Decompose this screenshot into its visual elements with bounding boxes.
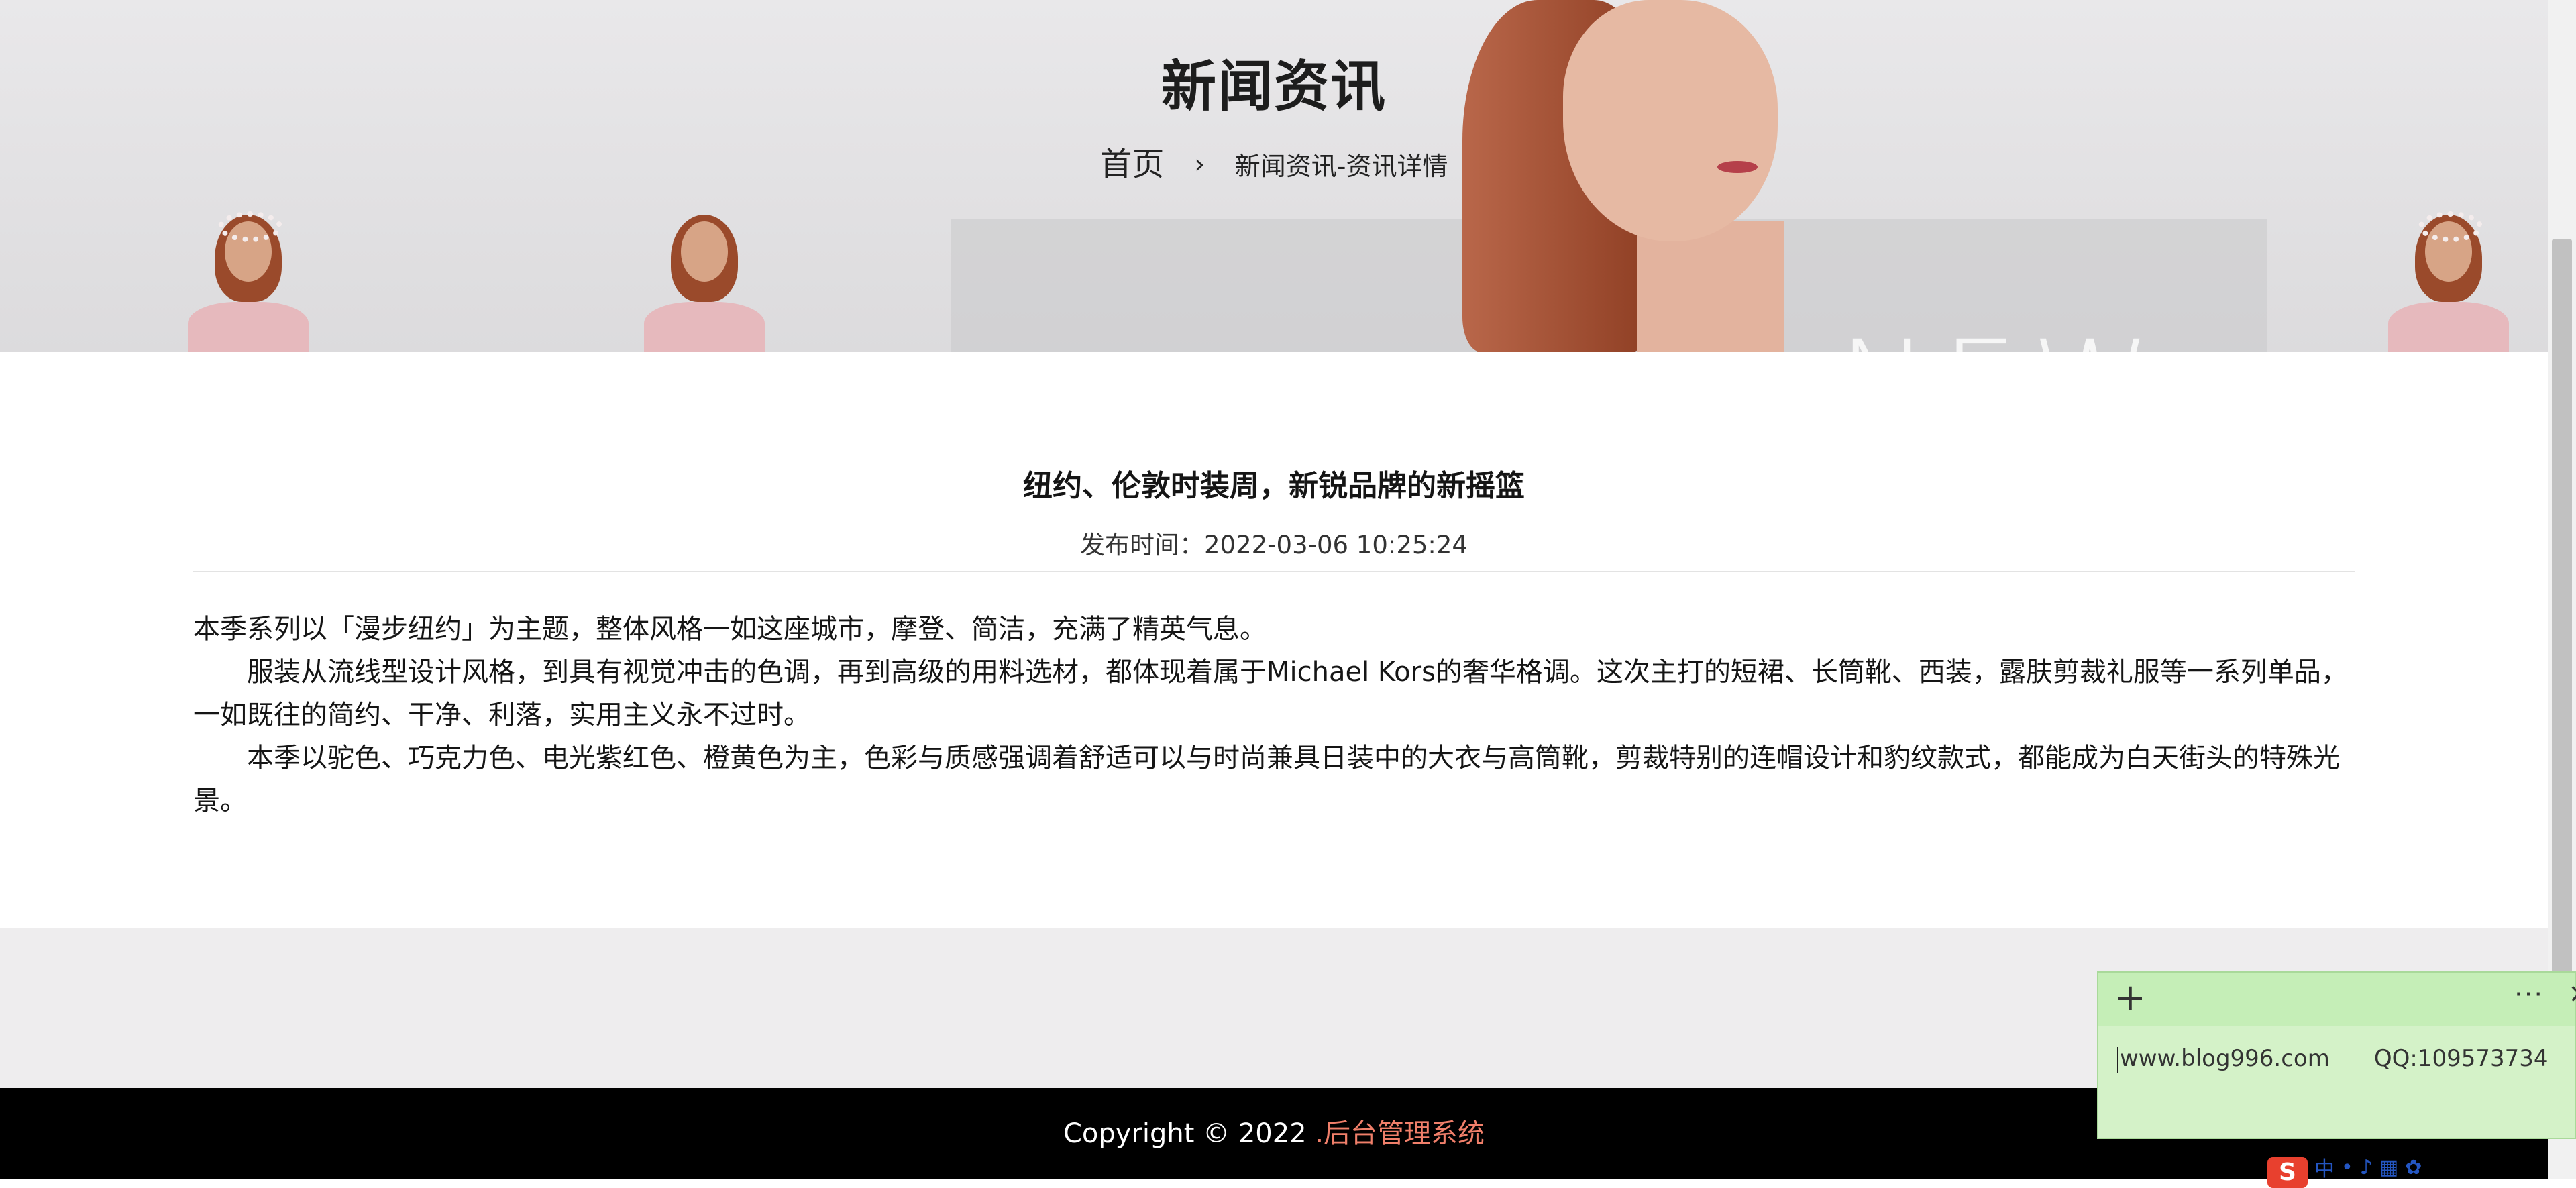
banner-watermark: NEW <box>1838 315 2164 352</box>
banner-model-figure <box>644 208 765 352</box>
sogou-ime-logo-icon[interactable]: S <box>2267 1157 2308 1188</box>
breadcrumb: 首页 › 新闻资讯-资讯详情 <box>0 138 2548 184</box>
sticky-note-content[interactable]: www.blog996.com QQ:109573734 <box>2117 1045 2548 1073</box>
text-caret <box>2117 1046 2118 1073</box>
breadcrumb-home-link[interactable]: 首页 <box>1100 146 1165 183</box>
close-icon[interactable]: × <box>2568 978 2576 1009</box>
footer-admin-link[interactable]: .后台管理系统 <box>1315 1118 1485 1149</box>
article-paragraph: 本季系列以「漫步纽约」为主题，整体风格一如这座城市，摩登、简洁，充满了精英气息。 <box>193 614 1267 645</box>
add-note-icon[interactable]: + <box>2114 978 2146 1018</box>
banner-model-figure <box>188 208 309 352</box>
scrollbar-thumb[interactable] <box>2552 239 2572 1017</box>
sticky-note-qq: QQ:109573734 <box>2373 1045 2548 1072</box>
ime-toolbar: S 中 • ♪ ▦ ✿ <box>2267 1152 2422 1188</box>
ime-punctuation-icon[interactable]: • <box>2341 1156 2353 1179</box>
article-body: 本季系列以「漫步纽约」为主题，整体风格一如这座城市，摩登、简洁，充满了精英气息。… <box>193 608 2355 822</box>
breadcrumb-current: 新闻资讯-资讯详情 <box>1234 152 1448 181</box>
footer-copyright: Copyright © 2022 <box>1063 1118 1316 1149</box>
article-divider <box>193 571 2355 572</box>
article-publish-date: 发布时间：2022-03-06 10:25:24 <box>1080 531 1468 559</box>
hero-banner: NEW 新闻资讯 首页 › 新闻资讯-资讯详情 <box>0 0 2548 352</box>
sticky-note: + ··· × www.blog996.com QQ:109573734 <box>2097 971 2576 1139</box>
article-title: 纽约、伦敦时装周，新锐品牌的新摇篮 <box>1023 469 1525 503</box>
article-paragraph: 服装从流线型设计风格，到具有视觉冲击的色调，再到高级的用料选材，都体现着属于Mi… <box>193 657 2348 731</box>
microphone-icon[interactable]: ♪ <box>2360 1156 2373 1179</box>
more-options-icon[interactable]: ··· <box>2514 979 2544 1010</box>
sticky-note-website: www.blog996.com <box>2120 1045 2330 1072</box>
ime-language-toggle[interactable]: 中 <box>2314 1152 2334 1182</box>
keyboard-icon[interactable]: ▦ <box>2379 1156 2398 1179</box>
chevron-right-icon: › <box>1194 149 1205 180</box>
page-title: 新闻资讯 <box>1161 55 1387 119</box>
article-paragraph: 本季以驼色、巧克力色、电光紫红色、橙黄色为主，色彩与质感强调着舒适可以与时尚兼具… <box>193 743 2340 816</box>
banner-model-figure <box>2388 208 2509 352</box>
sticky-note-toolbar: + ··· × <box>2098 973 2576 1026</box>
skin-icon[interactable]: ✿ <box>2405 1156 2422 1179</box>
